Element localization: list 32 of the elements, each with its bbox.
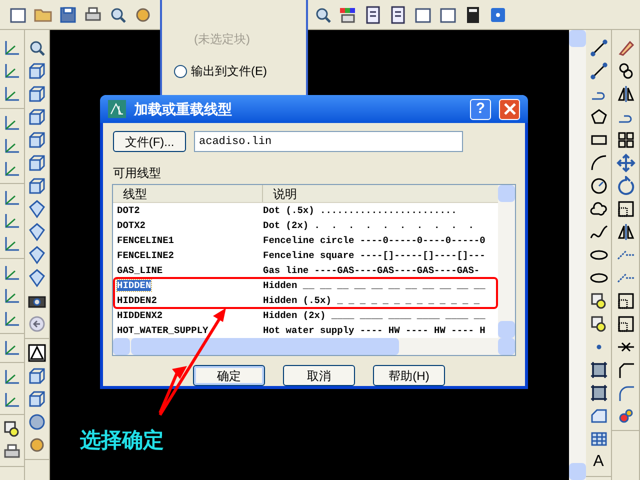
help-button[interactable]: ? <box>470 98 491 120</box>
linetype-description: Hidden (.5x) _ _ _ _ _ _ _ _ _ _ _ _ _ <box>263 295 480 306</box>
linetype-name[interactable]: DOTX2 <box>117 220 146 231</box>
linetype-description: Gas line ----GAS----GAS----GAS----GAS- <box>263 265 480 276</box>
block-status-label: (未选定块) <box>193 31 251 48</box>
window-title: 加载或重载线型 <box>134 100 233 118</box>
linetype-description: Dot (2x) . . . . . . . . . . <box>263 220 474 231</box>
linetype-name[interactable]: HIDDEN2 <box>117 295 157 306</box>
file-name-field[interactable]: acadiso.lin <box>194 131 463 152</box>
annotation-caption: 选择确定 <box>80 427 164 454</box>
linetype-name[interactable]: FENCELINE2 <box>117 250 174 261</box>
linetype-description: Dot (.5x) ........................ <box>263 205 457 216</box>
linetype-description: Fenceline circle ----0-----0----0-----0 <box>263 235 486 246</box>
file-button[interactable]: 文件(F)... <box>113 131 186 152</box>
column-header[interactable]: 线型 <box>113 185 263 202</box>
linetype-name[interactable]: HOT_WATER_SUPPLY <box>117 325 208 336</box>
linetype-name[interactable]: FENCELINE1 <box>117 235 174 246</box>
linetype-description: Hidden (2x) ____ ____ ____ ____ ____ __ <box>263 310 486 321</box>
text-tool-button[interactable]: A <box>588 452 608 472</box>
export-radio[interactable]: 输出到文件(E) <box>174 62 306 80</box>
linetype-description: Fenceline square ----[]-----[]----[]--- <box>263 250 486 261</box>
dialog-button[interactable]: 帮助(H) <box>373 365 445 386</box>
column-header[interactable]: 说明 <box>263 185 498 202</box>
list-label: 可用线型 <box>113 165 162 182</box>
linetype-name[interactable]: HIDDENX2 <box>117 310 163 321</box>
linetype-name[interactable]: GAS_LINE <box>117 265 163 276</box>
linetype-name[interactable]: HIDDEN <box>117 280 152 291</box>
linetype-description: Hot water supply ---- HW ---- HW ---- H <box>263 325 486 336</box>
linetype-description: Hidden __ __ __ __ __ __ __ __ __ __ __ <box>263 280 486 291</box>
linetype-name[interactable]: DOT2 <box>117 205 140 216</box>
dialog-button[interactable]: 取消 <box>283 365 355 386</box>
dialog-button[interactable]: 确定 <box>193 365 265 386</box>
